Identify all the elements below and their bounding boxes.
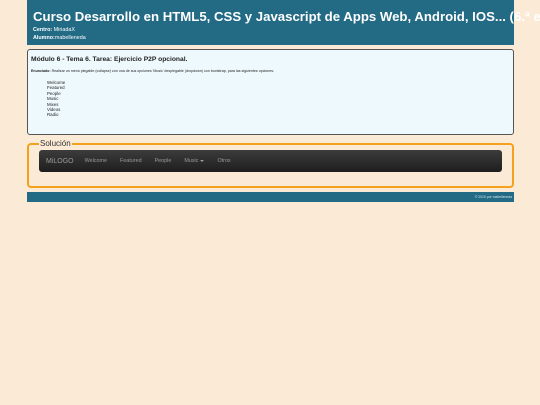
- options-list: Welcome Featured People Music Mixes Vide…: [47, 80, 510, 118]
- enunciado-label: Enunciado:: [31, 69, 51, 73]
- centro-label: Centro:: [33, 27, 53, 33]
- solution-fieldset: Solución MiLOGO Welcome Featured People …: [27, 140, 514, 188]
- nav-item-music-label: Music: [184, 158, 199, 164]
- chevron-down-icon: [200, 160, 205, 162]
- page-container: Curso Desarrollo en HTML5, CSS y Javascr…: [27, 0, 540, 202]
- navbar: MiLOGO Welcome Featured People Music Otr…: [39, 150, 502, 172]
- task-panel: Módulo 6 - Tema 6. Tarea: Ejercicio P2P …: [27, 49, 514, 135]
- page-header: Curso Desarrollo en HTML5, CSS y Javascr…: [27, 0, 540, 45]
- enunciado-text: Realizar un menú plegable (collapse) con…: [51, 69, 275, 73]
- task-heading: Módulo 6 - Tema 6. Tarea: Ejercicio P2P …: [31, 56, 188, 63]
- page-title: Curso Desarrollo en HTML5, CSS y Javascr…: [33, 9, 540, 24]
- nav-item-music-dropdown[interactable]: Music: [184, 158, 205, 164]
- page-footer: © 2015 por mabelleneda: [27, 192, 514, 202]
- solution-legend: Solución: [40, 139, 71, 148]
- centro-line: Centro: MiriadaX: [33, 26, 508, 34]
- enunciado: Enunciado: Realizar un menú plegable (co…: [31, 69, 510, 74]
- nav-item-people[interactable]: People: [155, 158, 172, 164]
- alumno-line: Alumno:mabelleneda: [33, 34, 508, 42]
- nav-item-featured[interactable]: Featured: [120, 158, 142, 164]
- alumno-label: Alumno:: [33, 35, 55, 41]
- navbar-brand[interactable]: MiLOGO: [46, 158, 74, 165]
- nav-item-welcome[interactable]: Welcome: [85, 158, 107, 164]
- alumno-value: mabelleneda: [54, 35, 86, 41]
- nav-item-otros[interactable]: Otros: [217, 158, 230, 164]
- footer-text: © 2015 por mabelleneda: [474, 195, 512, 199]
- list-item: Radio: [47, 112, 59, 118]
- centro-value: MiriadaX: [53, 27, 75, 33]
